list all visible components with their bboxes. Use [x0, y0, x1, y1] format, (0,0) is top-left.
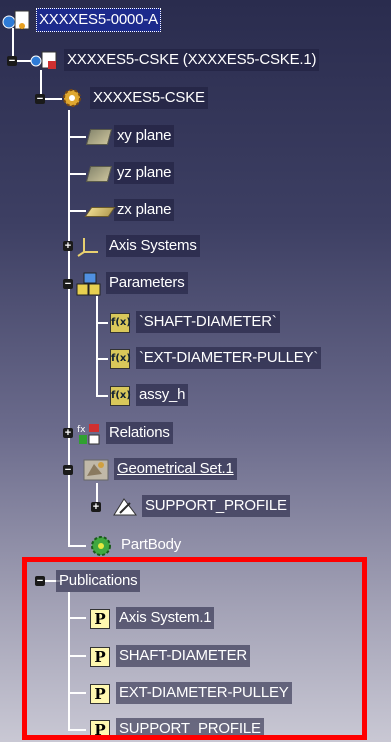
tree-node-relations[interactable]: fx Relations	[76, 420, 173, 446]
expand-toggle[interactable]: +	[91, 502, 101, 513]
tree-line	[68, 110, 70, 545]
collapse-toggle[interactable]: −	[63, 465, 73, 476]
parameter-icon: f(x)	[110, 384, 132, 406]
tree-label: zx plane	[114, 199, 175, 221]
tree-label: `EXT-DIAMETER-PULLEY`	[136, 347, 322, 369]
tree-label: XXXXES5-CSKE (XXXXES5-CSKE.1)	[64, 49, 320, 71]
tree-label: yz plane	[114, 162, 175, 184]
collapse-toggle[interactable]: −	[35, 94, 45, 105]
tree-label: SUPPORT_PROFILE	[142, 495, 290, 517]
geometrical-set-icon	[82, 458, 110, 481]
parameters-icon	[76, 272, 102, 296]
collapse-toggle[interactable]: −	[63, 279, 73, 290]
tree-line	[68, 210, 86, 212]
tree-label: Parameters	[106, 272, 188, 294]
highlight-box	[22, 557, 367, 740]
tree-label: `SHAFT-DIAMETER`	[136, 311, 280, 333]
tree-node-geoset[interactable]: Geometrical Set.1	[82, 456, 237, 482]
tree-node-product[interactable]: XXXXES5-CSKE (XXXXES5-CSKE.1)	[30, 47, 320, 73]
plane-icon	[84, 199, 116, 221]
tree-label: PartBody	[121, 536, 182, 553]
relations-icon: fx	[76, 422, 102, 445]
tree-node-root[interactable]: XXXXES5-0000-A	[2, 7, 161, 33]
tree-label: XXXXES5-CSKE	[90, 87, 208, 109]
parameter-icon-text: f(x)	[110, 313, 131, 333]
tree-node-yz-plane[interactable]: yz plane	[85, 160, 175, 186]
tree-node-parameters[interactable]: Parameters	[76, 270, 188, 296]
tree-node-param-ext[interactable]: f(x) `EXT-DIAMETER-PULLEY`	[110, 345, 322, 371]
tree-line	[68, 545, 86, 547]
tree-label: Axis Systems	[106, 235, 200, 257]
tree-node-part[interactable]: XXXXES5-CSKE	[58, 85, 208, 111]
tree-label: assy_h	[136, 384, 189, 406]
tree-label: XXXXES5-0000-A	[36, 8, 161, 32]
expand-toggle[interactable]: +	[63, 428, 73, 439]
plane-icon	[85, 162, 113, 184]
tree-line	[96, 296, 98, 396]
tree-label: xy plane	[114, 125, 175, 147]
tree-line	[96, 322, 108, 324]
parameter-icon-text: f(x)	[110, 349, 131, 369]
tree-node-xy-plane[interactable]: xy plane	[85, 123, 175, 149]
parameter-icon-text: f(x)	[110, 386, 131, 406]
expand-toggle[interactable]: +	[63, 241, 73, 252]
tree-line	[96, 395, 108, 397]
tree-node-zx-plane[interactable]: zx plane	[84, 197, 175, 223]
body-icon	[88, 534, 114, 556]
axis-system-icon	[76, 235, 102, 257]
tree-node-param-assy[interactable]: f(x) assy_h	[110, 382, 189, 408]
plane-icon	[85, 125, 113, 147]
tree-node-axis-systems[interactable]: Axis Systems	[76, 233, 200, 259]
tree-label: Geometrical Set.1	[114, 458, 237, 480]
collapse-toggle[interactable]: −	[7, 56, 17, 67]
tree-node-param-shaft[interactable]: f(x) `SHAFT-DIAMETER`	[110, 309, 280, 335]
tree-line	[68, 136, 86, 138]
gear-part-icon	[58, 87, 86, 109]
tree-node-partbody[interactable]: PartBody	[88, 532, 184, 558]
tree-label: Relations	[106, 422, 173, 444]
tree-line	[68, 173, 86, 175]
tree-node-support-profile[interactable]: SUPPORT_PROFILE	[112, 493, 290, 519]
tree-line	[96, 358, 108, 360]
sketch-icon	[112, 495, 138, 517]
product-icon	[2, 9, 32, 31]
specification-tree: − − + − + − + − XXXXES5-0000-A XXXXES5-C…	[0, 0, 391, 742]
svg-text:fx: fx	[77, 425, 86, 435]
parameter-icon: f(x)	[110, 347, 132, 369]
parameter-icon: f(x)	[110, 311, 132, 333]
product-icon	[30, 49, 60, 71]
